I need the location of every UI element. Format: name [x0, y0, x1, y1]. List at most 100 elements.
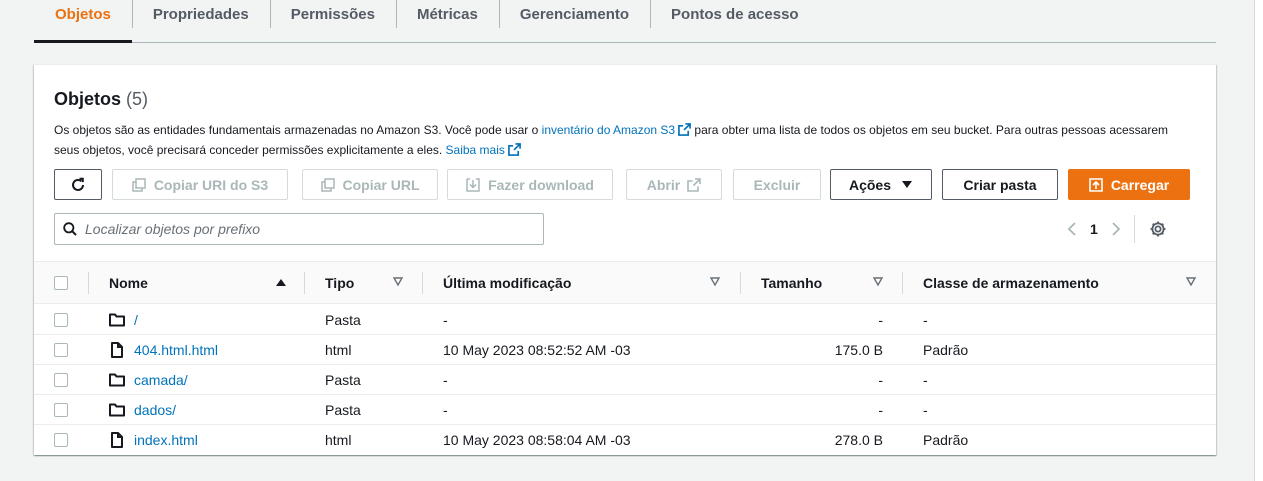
- pager-divider: [1133, 215, 1135, 243]
- tab-propriedades[interactable]: Propriedades: [131, 0, 270, 42]
- modified-cell: 10 May 2023 08:58:04 AM -03: [443, 432, 631, 448]
- delete-button[interactable]: Excluir: [733, 169, 821, 200]
- tab-label: Gerenciamento: [519, 5, 630, 23]
- column-header-type[interactable]: Tipo: [325, 262, 425, 304]
- tab-label: Pontos de acesso: [671, 5, 799, 23]
- refresh-button[interactable]: [54, 169, 102, 200]
- column-header-name[interactable]: Nome: [109, 262, 309, 304]
- folder-icon: [109, 373, 125, 387]
- upload-label: Carregar: [1110, 176, 1170, 193]
- table-row: / Pasta - - -: [34, 305, 1216, 335]
- name-cell: dados/: [109, 395, 176, 425]
- open-button[interactable]: Abrir: [626, 169, 722, 200]
- size-cell: -: [878, 312, 883, 328]
- refresh-icon: [72, 177, 84, 191]
- tab-label: Objetos: [55, 5, 111, 23]
- modified-cell: 10 May 2023 08:52:52 AM -03: [443, 342, 631, 358]
- row-checkbox[interactable]: [54, 343, 68, 357]
- table-row: index.html html 10 May 2023 08:58:04 AM …: [34, 425, 1216, 455]
- create-folder-button[interactable]: Criar pasta: [942, 169, 1058, 200]
- chevron-left-icon[interactable]: [1066, 221, 1078, 237]
- download-button[interactable]: Fazer download: [447, 169, 613, 200]
- storage-class-cell: -: [923, 312, 928, 328]
- column-header-modified[interactable]: Última modificação: [443, 262, 733, 304]
- header-label: Tipo: [325, 275, 355, 291]
- title-text: Objetos: [54, 89, 122, 109]
- storage-class-cell: Padrão: [923, 342, 969, 358]
- row-checkbox[interactable]: [54, 403, 68, 417]
- sort-icon: [873, 277, 883, 286]
- tab-label: Propriedades: [152, 5, 249, 23]
- row-checkbox[interactable]: [54, 433, 68, 447]
- external-link-icon: [507, 143, 521, 156]
- download-icon: [466, 177, 480, 192]
- modified-cell: -: [443, 372, 448, 388]
- row-checkbox[interactable]: [54, 373, 68, 387]
- folder-icon: [109, 313, 125, 327]
- type-cell: Pasta: [325, 402, 361, 418]
- search-box: [54, 213, 544, 245]
- sort-icon: [393, 277, 403, 286]
- header-label: Classe de armazenamento: [923, 275, 1099, 291]
- row-select-cell: [54, 395, 68, 425]
- gear-icon[interactable]: [1149, 220, 1167, 238]
- search-input[interactable]: [85, 221, 525, 237]
- tab-label: Permissões: [290, 5, 375, 23]
- tab-gerenciamento[interactable]: Gerenciamento: [498, 0, 650, 42]
- learn-more-link[interactable]: Saiba mais: [446, 143, 521, 157]
- row-select-cell: [54, 425, 68, 455]
- size-cell: -: [878, 372, 883, 388]
- sort-ascending-icon: [276, 279, 286, 286]
- table-row: 404.html.html html 10 May 2023 08:52:52 …: [34, 335, 1216, 365]
- object-name-link[interactable]: /: [134, 312, 138, 328]
- upload-icon: [1089, 177, 1103, 192]
- copy-s3-uri-button[interactable]: Copiar URI do S3: [112, 169, 288, 200]
- right-rail: [1254, 0, 1263, 481]
- copy-url-label: Copiar URL: [342, 176, 420, 193]
- column-divider: [304, 272, 305, 294]
- row-checkbox[interactable]: [54, 313, 68, 327]
- object-name-link[interactable]: 404.html.html: [134, 342, 218, 358]
- inventory-link[interactable]: inventário do Amazon S3: [542, 123, 691, 137]
- tab-label: Métricas: [416, 5, 478, 23]
- row-select-cell: [54, 365, 68, 395]
- header-label: Última modificação: [443, 275, 572, 291]
- column-divider: [740, 272, 741, 294]
- storage-class-cell: Padrão: [923, 432, 969, 448]
- column-divider: [902, 272, 903, 294]
- folder-icon: [109, 403, 125, 417]
- actions-dropdown[interactable]: Ações: [830, 169, 932, 200]
- object-name-link[interactable]: index.html: [134, 432, 198, 448]
- tab-metricas[interactable]: Métricas: [395, 0, 499, 42]
- object-name-link[interactable]: camada/: [134, 372, 188, 388]
- copy-icon: [132, 177, 146, 192]
- object-count: (5): [126, 89, 149, 109]
- download-label: Fazer download: [488, 176, 594, 193]
- tab-permissoes[interactable]: Permissões: [269, 0, 396, 42]
- size-cell: 278.0 B: [834, 432, 883, 448]
- tab-objetos[interactable]: Objetos: [34, 0, 132, 43]
- storage-class-cell: -: [923, 372, 928, 388]
- learn-more-label: Saiba mais: [445, 143, 505, 157]
- tab-pontos-de-acesso[interactable]: Pontos de acesso: [650, 0, 820, 42]
- copy-icon: [320, 177, 335, 192]
- name-cell: /: [109, 305, 138, 335]
- description: Os objetos são as entidades fundamentais…: [54, 120, 1194, 160]
- table-row: camada/ Pasta - - -: [34, 365, 1216, 395]
- objects-panel: Objetos (5) Os objetos são as entidades …: [34, 64, 1216, 455]
- column-divider: [88, 272, 89, 294]
- chevron-right-icon[interactable]: [1110, 221, 1122, 237]
- file-icon: [111, 342, 123, 358]
- modified-cell: -: [443, 402, 448, 418]
- column-header-storage-class[interactable]: Classe de armazenamento: [923, 262, 1203, 304]
- page-number[interactable]: 1: [1090, 221, 1098, 237]
- inventory-link-label: inventário do Amazon S3: [541, 123, 676, 137]
- column-header-size[interactable]: Tamanho: [761, 262, 901, 304]
- desc-text-1: Os objetos são as entidades fundamentais…: [54, 123, 542, 137]
- external-link-icon: [687, 177, 702, 192]
- copy-url-button[interactable]: Copiar URL: [302, 169, 438, 200]
- object-name-link[interactable]: dados/: [134, 402, 176, 418]
- upload-button[interactable]: Carregar: [1068, 169, 1190, 200]
- select-all-checkbox[interactable]: [54, 276, 68, 290]
- name-cell: camada/: [109, 365, 188, 395]
